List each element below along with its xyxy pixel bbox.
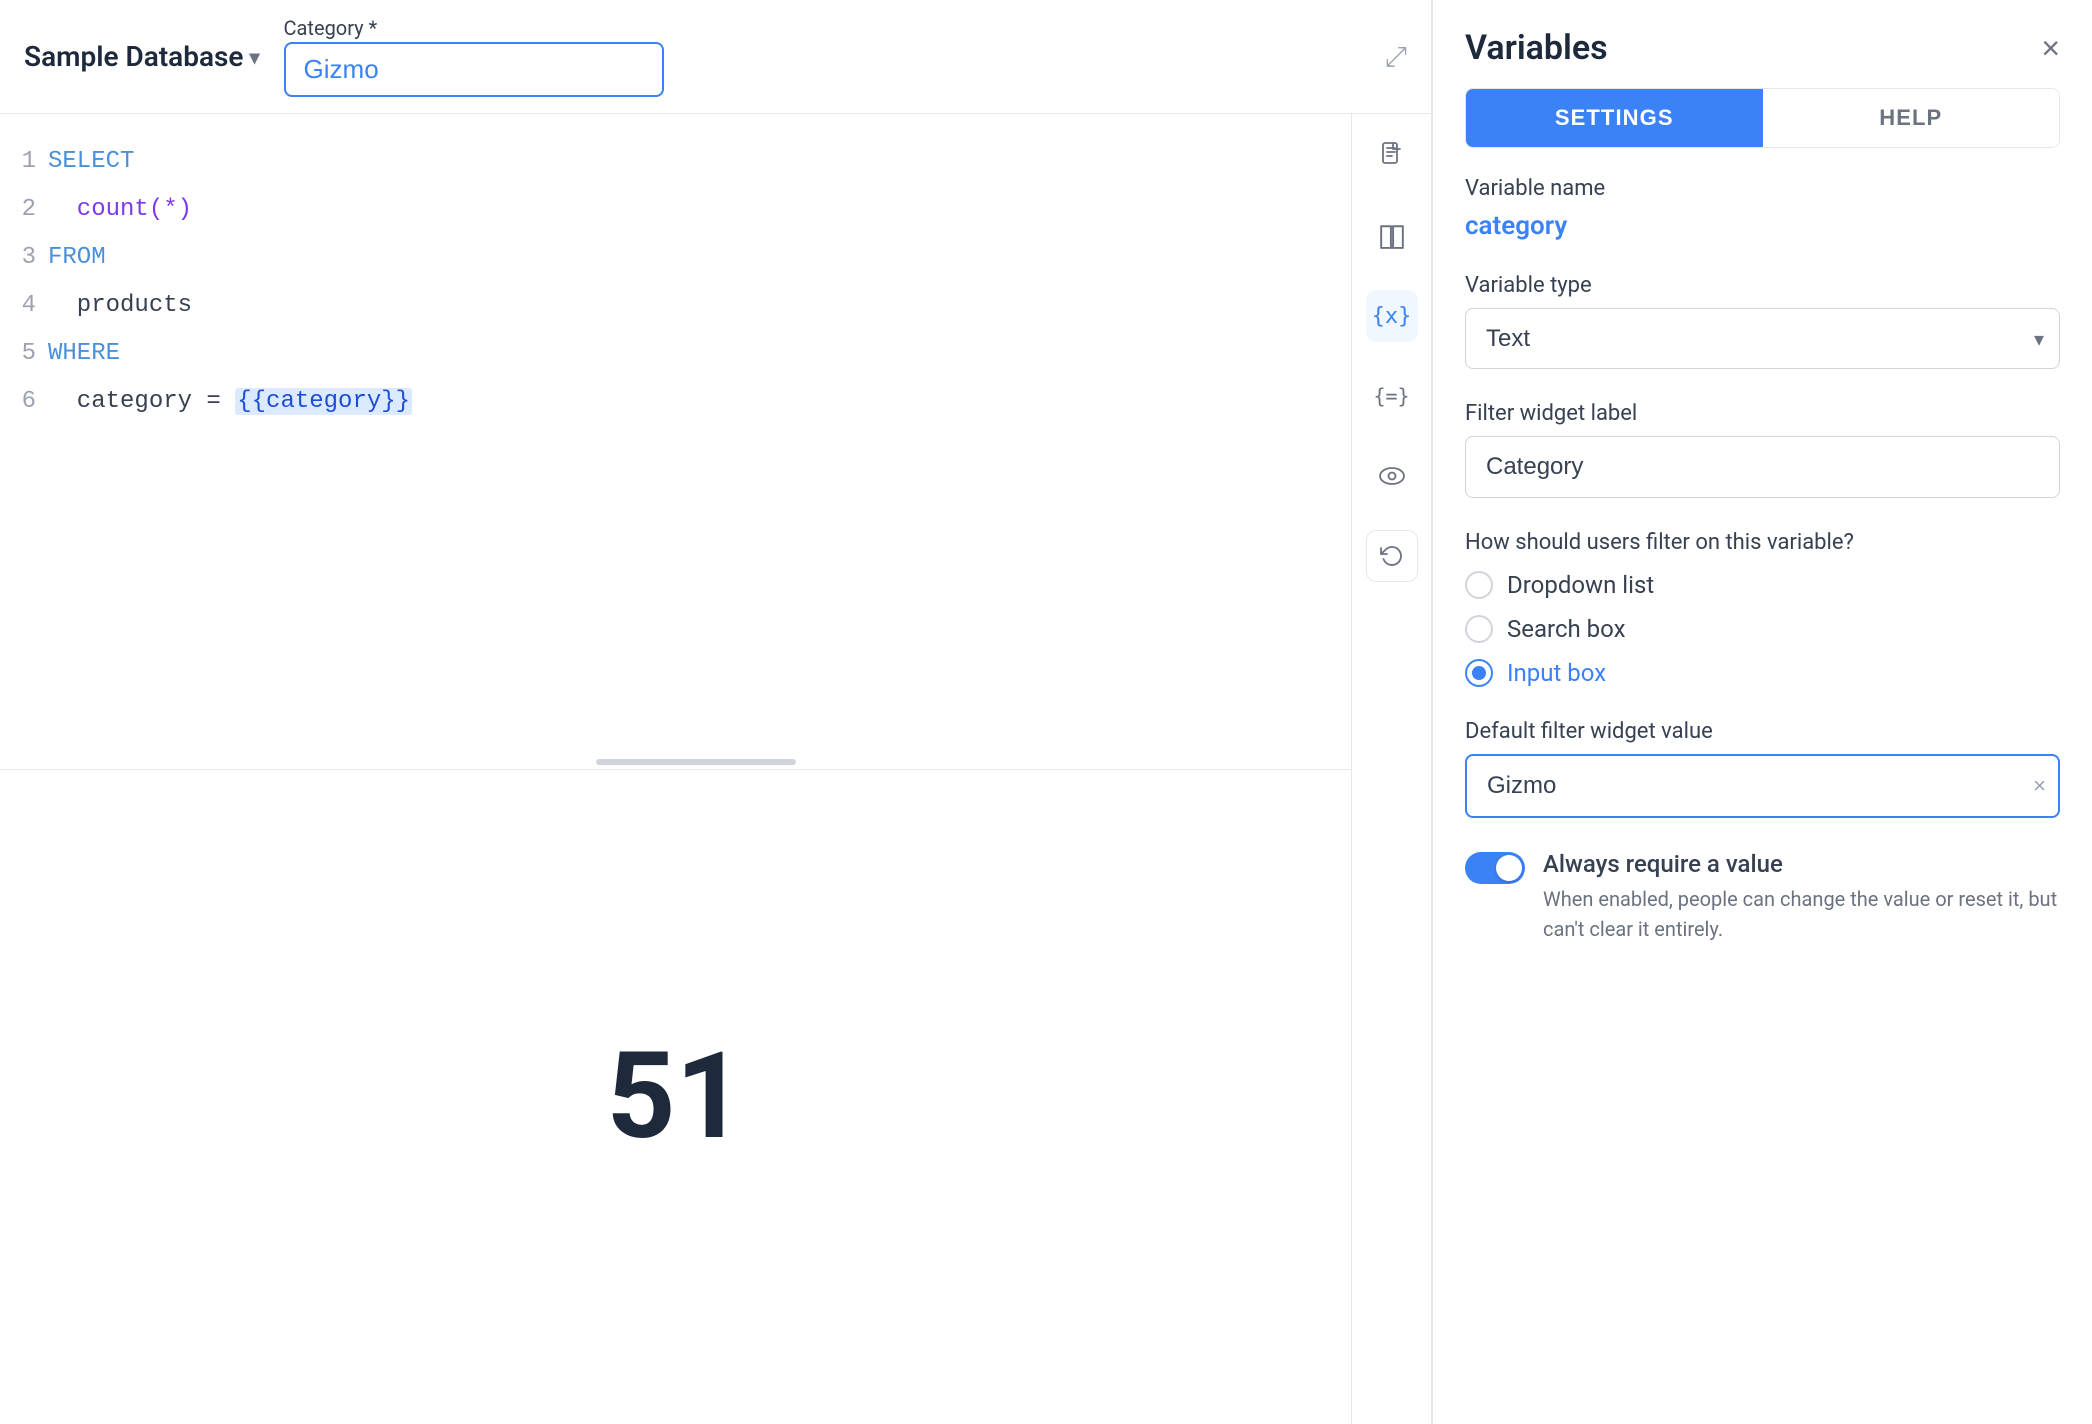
toggle-description: When enabled, people can change the valu…	[1543, 884, 2060, 944]
tab-help[interactable]: HELP	[1763, 89, 2060, 147]
category-label: Category *	[284, 16, 664, 40]
right-icons-bar: {x} {=}	[1351, 114, 1431, 1424]
variables-panel: Variables × SETTINGS HELP Variable name …	[1432, 0, 2092, 1424]
panel-title: Variables	[1465, 28, 1608, 68]
variable-type-select-wrapper: Text Number Date Boolean ▾	[1465, 308, 2060, 369]
tab-settings[interactable]: SETTINGS	[1466, 89, 1763, 147]
code-line-3: FROM	[48, 234, 1351, 282]
chevron-down-icon: ▾	[249, 45, 259, 69]
radio-dropdown-circle	[1465, 571, 1493, 599]
variable-name-value: category	[1465, 211, 2060, 241]
list-icon: {=}	[1373, 384, 1409, 408]
settings-content: Variable name category Variable type Tex…	[1433, 176, 2092, 944]
code-line-2: count(*)	[48, 186, 1351, 234]
radio-dropdown-label: Dropdown list	[1507, 571, 1654, 599]
compress-icon[interactable]: ⤢	[1385, 40, 1407, 74]
radio-dropdown[interactable]: Dropdown list	[1465, 571, 2060, 599]
radio-input[interactable]: Input box	[1465, 659, 2060, 687]
filter-question-text: How should users filter on this variable…	[1465, 530, 2060, 555]
toggle-knob	[1496, 855, 1522, 881]
database-name: Sample Database	[24, 40, 243, 73]
always-require-toggle[interactable]	[1465, 852, 1525, 884]
category-input[interactable]	[284, 42, 664, 97]
scrollbar-thumb	[596, 759, 796, 765]
filter-widget-label-input[interactable]	[1465, 436, 2060, 498]
variable-icon: {x}	[1372, 304, 1412, 329]
default-value-input[interactable]	[1465, 754, 2060, 818]
list-icon-button[interactable]: {=}	[1366, 370, 1418, 422]
variable-type-label: Variable type	[1465, 273, 2060, 298]
variable-type-select[interactable]: Text Number Date Boolean	[1465, 308, 2060, 369]
default-value-input-wrapper: ×	[1465, 754, 2060, 818]
refresh-icon-button[interactable]	[1366, 530, 1418, 582]
filter-widget-label-title: Filter widget label	[1465, 401, 2060, 426]
code-line-4: products	[48, 282, 1351, 330]
toggle-title: Always require a value	[1543, 850, 2060, 878]
book-icon-button[interactable]	[1366, 210, 1418, 262]
code-line-1: SELECT	[48, 138, 1351, 186]
top-bar-right: ⤢	[1385, 40, 1407, 74]
radio-input-circle	[1465, 659, 1493, 687]
tabs-row: SETTINGS HELP	[1465, 88, 2060, 148]
always-require-toggle-row: Always require a value When enabled, peo…	[1465, 850, 2060, 944]
close-panel-button[interactable]: ×	[2041, 32, 2060, 64]
category-field-wrapper: Category *	[284, 16, 664, 97]
code-line-6: category = {{category}}	[48, 378, 1351, 426]
horizontal-scrollbar[interactable]	[40, 759, 1351, 767]
radio-input-label: Input box	[1507, 659, 1606, 687]
radio-search-circle	[1465, 615, 1493, 643]
database-selector[interactable]: Sample Database ▾	[24, 40, 260, 73]
editor-area: 1 2 3 4 5 6 SELECT count(*) FROM product…	[0, 114, 1431, 1424]
toggle-text: Always require a value When enabled, peo…	[1543, 850, 2060, 944]
filter-widget-label-group: Filter widget label	[1465, 401, 2060, 498]
radio-group: Dropdown list Search box Input box	[1465, 571, 2060, 687]
variable-name-label: Variable name	[1465, 176, 2060, 201]
variable-icon-button[interactable]: {x}	[1366, 290, 1418, 342]
variables-header: Variables ×	[1433, 0, 2092, 88]
result-number: 51	[607, 1027, 745, 1167]
radio-search[interactable]: Search box	[1465, 615, 2060, 643]
variable-name-group: Variable name category	[1465, 176, 2060, 241]
result-area: 51	[0, 769, 1351, 1424]
default-value-label: Default filter widget value	[1465, 719, 2060, 744]
eye-icon-button[interactable]	[1366, 450, 1418, 502]
document-icon-button[interactable]	[1366, 130, 1418, 182]
default-value-group: Default filter widget value ×	[1465, 719, 2060, 818]
left-panel: Sample Database ▾ Category * ⤢ 1 2 3 4 5…	[0, 0, 1432, 1424]
radio-search-label: Search box	[1507, 615, 1626, 643]
filter-options-group: How should users filter on this variable…	[1465, 530, 2060, 687]
top-bar: Sample Database ▾ Category * ⤢	[0, 0, 1431, 114]
code-line-5: WHERE	[48, 330, 1351, 378]
clear-input-button[interactable]: ×	[2033, 775, 2046, 797]
variable-type-group: Variable type Text Number Date Boolean ▾	[1465, 273, 2060, 369]
